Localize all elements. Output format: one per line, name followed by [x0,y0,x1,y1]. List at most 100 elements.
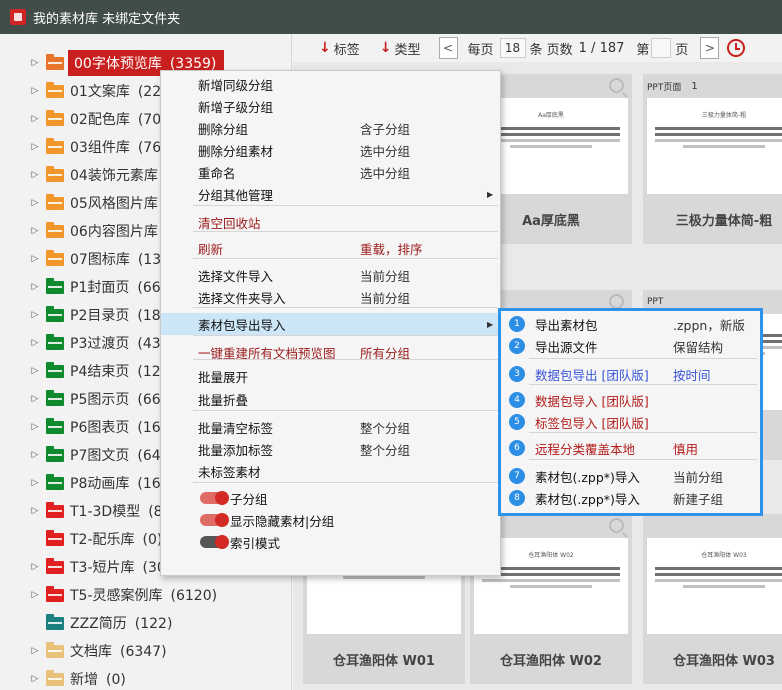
sidebar-item[interactable]: ▷ 新增 (0) [0,666,126,690]
context-menu-item[interactable]: 批量折叠 [161,388,500,410]
context-menu-item[interactable]: 清空回收站 [161,211,500,233]
tree-expand-icon[interactable]: ▷ [28,114,42,124]
tree-expand-icon[interactable]: ▷ [28,282,42,292]
tree-expand-icon[interactable]: ▷ [28,198,42,208]
card-name: 仓耳渔阳体 W01 [333,654,435,669]
context-menu-item[interactable]: 未标签素材 [161,460,500,482]
history-icon[interactable] [727,39,746,57]
context-menu-item[interactable]: 新增同级分组 [161,73,500,95]
per-page-unit: 条 页数 [529,42,573,58]
context-menu-item[interactable]: 批量展开 [161,365,500,387]
tree-expand-icon[interactable]: ▷ [28,254,42,264]
folder-icon [46,473,64,490]
context-menu-item[interactable]: 显示隐藏素材|分组 [161,509,500,531]
toggle-switch-icon[interactable] [200,513,229,527]
next-page-button[interactable]: > [700,37,720,59]
sidebar-item[interactable]: ▷ P1封面页 (663 [0,274,170,300]
sidebar-item[interactable]: ▷ P4结束页 (129 [0,358,170,384]
sidebar-item[interactable]: ▷ 06内容图片库( [0,218,171,244]
sidebar-item[interactable]: ▷ P6图表页 (166 [0,414,170,440]
sidebar-item[interactable]: ▷ P7图文页 (645 [0,442,170,468]
menu-separator [193,205,498,206]
submenu-item-label: 素材包(.zpp*)导入 [535,469,640,485]
sidebar-item[interactable]: ▷ 04装饰元素库( [0,162,171,188]
context-menu-item[interactable]: 删除分组素材 选中分组 [161,139,500,161]
submenu-item[interactable]: 1 导出素材包 .zppn，新版 [501,313,760,335]
tree-expand-icon[interactable]: ▷ [28,562,42,572]
sort-by-tag-button[interactable]: ↓ 标签 [319,39,360,58]
sidebar-item[interactable]: ▷ZZZ简历(122) [0,610,172,636]
tree-expand-icon[interactable]: ▷ [28,226,42,236]
tree-expand-icon[interactable]: ▷ [28,170,42,180]
submenu-item[interactable]: 8 素材包(.zpp*)导入 新建子组 [501,487,760,509]
tree-expand-icon[interactable]: ▷ [28,58,42,68]
sidebar-item[interactable]: ▷ P2目录页 (182 [0,302,170,328]
submenu-item[interactable]: 2 导出源文件 保留结构 [501,335,760,357]
tree-expand-icon[interactable]: ▷ [28,366,42,376]
tree-expand-icon[interactable]: ▷ [28,450,42,460]
context-menu-item[interactable]: 索引模式 [161,531,500,553]
sidebar-item[interactable]: ▷ 01文案库 (22) [0,78,167,104]
prev-page-button[interactable]: < [438,37,458,59]
context-menu-item[interactable]: 刷新 重载，排序 [161,237,500,259]
sidebar-item[interactable]: ▷ 07图标库 (131 [0,246,170,272]
tree-expand-icon[interactable]: ▷ [28,590,42,600]
submenu-item[interactable]: 3 数据包导出 [团队版] 按时间 [501,363,760,385]
sidebar-item[interactable]: ▷ T3-短片库 (306 [0,554,175,580]
tree-expand-icon[interactable]: ▷ [28,86,42,96]
per-page-input[interactable]: 18 [499,38,526,58]
context-menu-item[interactable]: 重命名 选中分组 [161,161,500,183]
submenu-item[interactable]: 5 标签包导入 [团队版] [501,411,760,433]
tree-expand-icon[interactable]: ▷ [28,506,42,516]
sidebar-item-text: T5-灵感案例库 (6120) [64,585,217,605]
sidebar-item[interactable]: ▷ P5图示页 (660 [0,386,170,412]
submenu-item[interactable]: 6 远程分类覆盖本地 慎用 [501,437,760,459]
tree-expand-icon[interactable]: ▷ [28,394,42,404]
zoom-icon[interactable] [609,294,624,309]
submenu-item[interactable]: 7 素材包(.zpp*)导入 当前分组 [501,465,760,487]
menu-item-label: 未标签素材 [198,464,261,480]
tree-expand-icon[interactable]: ▷ [28,478,42,488]
context-menu-item[interactable]: 新增子级分组 [161,95,500,117]
sidebar-item[interactable]: ▷ 05风格图片库( [0,190,171,216]
menu-item-hint: 含子分组 [360,121,411,137]
context-menu-item[interactable]: 批量清空标签 整个分组 [161,416,500,438]
sidebar-item[interactable]: ▷ 文档库 (6347) [0,638,167,664]
folder-icon [46,165,64,182]
sidebar-item-label: 03组件库 [70,140,130,156]
sidebar-item[interactable]: ▷ T5-灵感案例库 (6120) [0,582,217,608]
context-menu-item[interactable]: 选择文件导入 当前分组 [161,264,500,286]
context-menu-item[interactable]: 素材包导出导入 ▶ [161,313,500,335]
context-menu-item[interactable]: 删除分组 含子分组 [161,117,500,139]
material-card[interactable]: PPT页面 1 三极力量体简-粗 三极力量体简-粗 [643,74,782,244]
zoom-icon[interactable] [609,518,624,533]
card-name: 三极力量体简-粗 [675,214,773,229]
toggle-switch-icon[interactable] [200,535,229,549]
context-menu-item[interactable]: 分组其他管理 ▶ [161,183,500,205]
toggle-switch-icon[interactable] [200,491,229,505]
sidebar-item[interactable]: ▷ P8动画库 (164 [0,470,170,496]
sidebar-item[interactable]: ▷ 02配色库 (701 [0,106,170,132]
sidebar-item[interactable]: ▷ T1-3D模型(82 [0,498,171,524]
tree-expand-icon[interactable]: ▷ [28,674,42,684]
tree-expand-icon[interactable]: ▷ [28,422,42,432]
context-menu-item[interactable]: 批量添加标签 整个分组 [161,438,500,460]
sort-by-type-button[interactable]: ↓ 类型 [380,39,421,58]
sidebar-item[interactable]: ▷T2-配乐库(0) [0,526,162,552]
submenu-item[interactable]: 4 数据包导入 [团队版] [501,389,760,411]
material-card[interactable]: 仓耳渔阳体 W03 仓耳渔阳体 W03 [643,514,782,684]
sidebar-item-label: ZZZ简历 [70,616,127,632]
sidebar-item-text: P5图示页 (660 [64,389,170,409]
sidebar-item-label: T5-灵感案例库 [70,588,163,604]
goto-page-input[interactable] [651,38,672,58]
sidebar-item-label: T3-短片库 [70,560,135,576]
tree-expand-icon[interactable]: ▷ [28,646,42,656]
context-menu-item[interactable]: 选择文件夹导入 当前分组 [161,286,500,308]
context-menu-item[interactable]: 子分组 [161,487,500,509]
tree-expand-icon[interactable]: ▷ [28,338,42,348]
sidebar-item[interactable]: ▷ P3过渡页 (431 [0,330,170,356]
sidebar-item[interactable]: ▷ 03组件库 (768 [0,134,170,160]
tree-expand-icon[interactable]: ▷ [28,142,42,152]
tree-expand-icon[interactable]: ▷ [28,310,42,320]
zoom-icon[interactable] [609,78,624,93]
